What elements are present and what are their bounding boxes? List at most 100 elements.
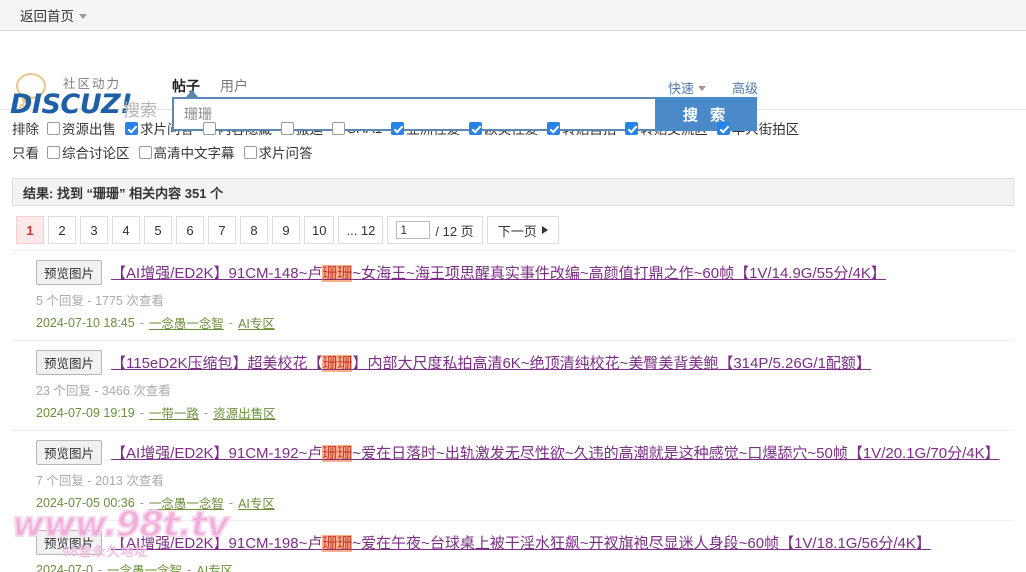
chevron-down-icon <box>79 13 87 19</box>
result-title-link[interactable]: 【AI增强/ED2K】91CM-198~卢珊珊~爱在午夜~台球桌上被干淫水狂飙~… <box>111 532 931 553</box>
checkbox-icon[interactable] <box>332 121 345 135</box>
next-page-label: 下一页 <box>497 223 537 239</box>
title-prefix: 【AI增强/ED2K】91CM-192~卢 <box>111 445 323 462</box>
result-title-link[interactable]: 【AI增强/ED2K】91CM-192~卢珊珊~爱在日落时~出轨激发无尽性欲~久… <box>111 442 1000 463</box>
result-views: 1775 次查看 <box>95 294 164 308</box>
result-title-row: 预览图片 【115eD2K压缩包】超美校花【珊珊】内部大尺度私拍高清6K~绝顶清… <box>12 350 1014 375</box>
result-stats-separator: - <box>87 294 92 308</box>
result-footer-separator: - <box>139 315 144 330</box>
result-summary-text: 结果: 找到 “珊珊” 相关内容 351 个 <box>23 185 224 201</box>
filter-only-label: 只看 <box>12 146 39 161</box>
page-button-7[interactable]: 7 <box>208 216 236 244</box>
checkbox-icon[interactable] <box>47 121 60 135</box>
filter-row-only: 只看 综合讨论区 高清中文字幕 求片问答 <box>12 142 1014 162</box>
result-forum-link[interactable]: AI专区 <box>238 313 275 332</box>
checkbox-checked-icon[interactable] <box>391 121 405 135</box>
filter-only-item-0[interactable]: 综合讨论区 <box>47 142 130 162</box>
result-views: 3466 次查看 <box>102 384 171 398</box>
preview-image-button[interactable]: 预览图片 <box>36 350 103 375</box>
result-stats: 7 个回复 - 2013 次查看 <box>36 470 1014 489</box>
filter-only-item-1[interactable]: 高清中文字幕 <box>138 142 235 162</box>
active-tab-arrow-icon <box>186 90 198 97</box>
quick-search-label: 快速 <box>668 81 695 96</box>
page-button-8[interactable]: 8 <box>240 216 268 244</box>
result-footer-separator: - <box>228 315 234 330</box>
result-author-link[interactable]: 一念愚一念智 <box>107 560 182 572</box>
discuz-logo[interactable]: 社区动力 DISCUZ! 搜索 <box>8 71 168 123</box>
search-header: 社区动力 DISCUZ! 搜索 帖子 用户 搜 索 快速 高级 <box>0 31 1026 131</box>
title-suffix: ~爱在日落时~出轨激发无尽性欲~久违的高潮就是这种感觉~口爆舔穴~50帧【1V/… <box>352 445 1000 462</box>
result-date: 2024-07-05 00:36 <box>36 495 135 510</box>
checkbox-icon[interactable] <box>203 121 216 135</box>
search-form: 搜 索 <box>172 90 757 131</box>
checkbox-checked-icon[interactable] <box>716 121 730 135</box>
title-keyword-highlight: 珊珊 <box>322 535 353 552</box>
preview-image-button[interactable]: 预览图片 <box>36 530 103 555</box>
result-views: 2013 次查看 <box>95 474 164 488</box>
checkbox-icon[interactable] <box>243 145 257 159</box>
page-button-1[interactable]: 1 <box>16 216 44 244</box>
checkbox-checked-icon[interactable] <box>547 121 561 135</box>
result-item: 预览图片 【AI增强/ED2K】91CM-148~卢珊珊~女海王~海王项思醒真实… <box>12 250 1014 340</box>
result-footer: 2024-07-05 00:36 - 一念愚一念智 - AI专区 <box>36 493 1014 512</box>
arrow-right-icon <box>541 226 548 234</box>
next-page-button[interactable]: 下一页 <box>486 216 559 244</box>
result-summary-bar: 结果: 找到 “珊珊” 相关内容 351 个 <box>12 178 1014 206</box>
result-replies: 23 个回复 <box>36 384 91 398</box>
back-to-home-label: 返回首页 <box>20 9 74 24</box>
page-jump-suffix: / 12 页 <box>435 223 474 239</box>
checkbox-icon[interactable] <box>138 145 152 159</box>
checkbox-icon[interactable] <box>47 145 60 159</box>
result-title-row: 预览图片 【AI增强/ED2K】91CM-198~卢珊珊~爱在午夜~台球桌上被干… <box>12 530 1014 555</box>
result-stats: 5 个回复 - 1775 次查看 <box>36 290 1014 309</box>
result-footer-separator: - <box>203 405 209 420</box>
page-button-2[interactable]: 2 <box>48 216 76 244</box>
result-date: 2024-07-0 <box>36 562 93 572</box>
filter-label: 求片问答 <box>258 146 313 161</box>
top-navigation-bar: 返回首页 <box>0 0 1026 31</box>
page-button-ellipsis-last[interactable]: ... 12 <box>338 216 384 244</box>
chevron-down-icon <box>698 86 707 91</box>
title-prefix: 【AI增强/ED2K】91CM-148~卢 <box>111 265 323 282</box>
result-author-link[interactable]: 一念愚一念智 <box>149 313 224 332</box>
advanced-search-link[interactable]: 高级 <box>732 78 758 97</box>
page-button-5[interactable]: 5 <box>144 216 172 244</box>
page-button-10[interactable]: 10 <box>304 216 335 244</box>
result-forum-link[interactable]: 资源出售区 <box>213 403 276 422</box>
title-keyword-highlight: 珊珊 <box>322 265 353 282</box>
page-button-6[interactable]: 6 <box>176 216 204 244</box>
preview-image-button[interactable]: 预览图片 <box>36 260 103 285</box>
preview-image-button[interactable]: 预览图片 <box>36 440 103 465</box>
result-author-link[interactable]: 一念愚一念智 <box>149 493 224 512</box>
result-title-link[interactable]: 【115eD2K压缩包】超美校花【珊珊】内部大尺度私拍高清6K~绝顶清纯校花~美… <box>111 352 871 373</box>
checkbox-checked-icon[interactable] <box>469 121 483 135</box>
search-input-wrapper <box>172 90 655 131</box>
result-item: 预览图片 【AI增强/ED2K】91CM-198~卢珊珊~爱在午夜~台球桌上被干… <box>12 520 1014 572</box>
tab-users[interactable]: 用户 <box>220 76 248 99</box>
filter-only-item-2[interactable]: 求片问答 <box>243 142 313 162</box>
logo-wordmark: DISCUZ! <box>10 89 133 120</box>
result-footer-separator: - <box>139 405 144 420</box>
result-footer-separator: - <box>98 562 103 572</box>
checkbox-checked-icon[interactable] <box>125 121 138 135</box>
quick-search-link[interactable]: 快速 <box>668 78 707 97</box>
search-input[interactable] <box>172 97 655 131</box>
back-to-home-link[interactable]: 返回首页 <box>20 5 87 25</box>
checkbox-checked-icon[interactable] <box>625 121 639 135</box>
title-keyword-highlight: 珊珊 <box>322 445 353 462</box>
result-author-link[interactable]: 一带一路 <box>149 403 199 422</box>
search-results-list: 预览图片 【AI增强/ED2K】91CM-148~卢珊珊~女海王~海王项思醒真实… <box>12 250 1014 572</box>
title-suffix: 】内部大尺度私拍高清6K~绝顶清纯校花~美臀美背美鲍【314P/5.26G/1配… <box>352 355 871 372</box>
result-date: 2024-07-10 18:45 <box>36 315 135 330</box>
result-forum-link[interactable]: AI专区 <box>238 493 275 512</box>
page-button-4[interactable]: 4 <box>112 216 140 244</box>
result-forum-link[interactable]: AI专区 <box>196 560 233 572</box>
title-suffix: ~女海王~海王项思醒真实事件改编~高颜值打鼎之作~60帧【1V/14.9G/55… <box>352 265 886 282</box>
page-jump-input[interactable] <box>396 221 431 239</box>
page-button-9[interactable]: 9 <box>272 216 300 244</box>
result-title-link[interactable]: 【AI增强/ED2K】91CM-148~卢珊珊~女海王~海王项思醒真实事件改编~… <box>111 262 886 283</box>
search-submit-button[interactable]: 搜 索 <box>655 97 757 131</box>
page-button-3[interactable]: 3 <box>80 216 108 244</box>
result-footer: 2024-07-09 19:19 - 一带一路 - 资源出售区 <box>36 403 1014 422</box>
checkbox-icon[interactable] <box>281 121 294 135</box>
